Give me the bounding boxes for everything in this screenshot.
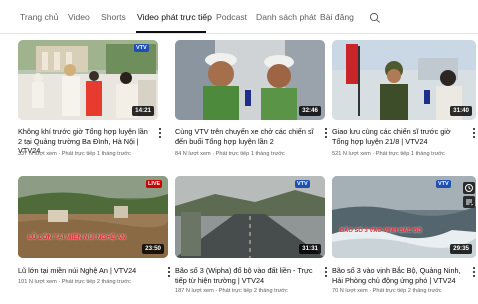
video-duration: 31:40 bbox=[450, 106, 472, 116]
video-duration: 14:21 bbox=[132, 106, 154, 116]
channel-logo: VTV bbox=[134, 44, 149, 52]
more-options-icon[interactable] bbox=[323, 266, 329, 280]
more-options-icon[interactable] bbox=[471, 266, 477, 280]
more-options-icon[interactable] bbox=[157, 127, 163, 141]
video-title[interactable]: Giao lưu cùng các chiến sĩ trước giờ Tổn… bbox=[332, 127, 466, 146]
tab-podcast[interactable]: Podcast bbox=[216, 12, 247, 22]
more-options-icon[interactable] bbox=[166, 266, 172, 280]
tab-live[interactable]: Video phát trực tiếp bbox=[137, 12, 212, 22]
video-title[interactable]: Cùng VTV trên chuyến xe chở các chiến sĩ… bbox=[175, 127, 317, 146]
video-thumbnail[interactable]: 31:40 bbox=[332, 40, 476, 120]
video-duration: 23:50 bbox=[142, 244, 164, 254]
video-thumbnail[interactable]: VTV 14:21 bbox=[18, 40, 158, 120]
channel-tab-bar: Trang chủ Video Shorts Video phát trực t… bbox=[0, 0, 478, 34]
video-thumbnail[interactable]: VTV 31:31 bbox=[175, 176, 325, 258]
video-meta: 70 N lượt xem · Phát trực tiếp 2 tháng t… bbox=[332, 288, 442, 294]
add-to-queue-icon[interactable] bbox=[463, 196, 475, 208]
video-meta: 84 N lượt xem · Phát trực tiếp 1 tháng t… bbox=[175, 151, 285, 157]
video-title[interactable]: Bão số 3 (Wipha) đổ bộ vào đất liền - Tr… bbox=[175, 266, 317, 285]
tab-playlists[interactable]: Danh sách phát bbox=[256, 12, 316, 22]
video-duration: 29:35 bbox=[450, 244, 472, 254]
channel-logo: VTV bbox=[295, 180, 310, 188]
tab-videos[interactable]: Video bbox=[68, 12, 90, 22]
video-meta: 187 N lượt xem · Phát trực tiếp 2 tháng … bbox=[175, 288, 288, 294]
video-title[interactable]: Bão số 3 vào vịnh Bắc Bộ, Quảng Ninh, Hả… bbox=[332, 266, 466, 285]
tab-home[interactable]: Trang chủ bbox=[20, 12, 58, 22]
thumbnail-caption: LŨ LỚN TẠI MIỀN NÚI NGHỆ AN bbox=[28, 234, 126, 241]
more-options-icon[interactable] bbox=[471, 127, 477, 141]
thumbnail-caption: BÃO SỐ 3 VÀO VỊNH BẮC BỘ bbox=[340, 228, 422, 234]
video-thumbnail[interactable]: LIVE LŨ LỚN TẠI MIỀN NÚI NGHỆ AN 23:50 bbox=[18, 176, 168, 258]
video-duration: 32:46 bbox=[299, 106, 321, 116]
channel-logo: VTV bbox=[436, 180, 451, 188]
video-title[interactable]: Lũ lớn tại miền núi Nghệ An | VTV24 bbox=[18, 266, 152, 276]
video-meta: 337 N lượt xem · Phát trực tiếp 1 tháng … bbox=[18, 151, 131, 157]
more-options-icon[interactable] bbox=[323, 127, 329, 141]
video-meta: 521 N lượt xem · Phát trực tiếp 1 tháng … bbox=[332, 151, 445, 157]
live-badge: LIVE bbox=[146, 180, 163, 188]
video-meta: 101 N lượt xem · Phát trực tiếp 2 tháng … bbox=[18, 279, 131, 285]
watch-later-icon[interactable] bbox=[463, 182, 475, 194]
active-tab-indicator bbox=[136, 31, 206, 33]
search-icon[interactable] bbox=[369, 11, 381, 23]
tab-posts[interactable]: Bài đăng bbox=[320, 12, 354, 22]
video-thumbnail[interactable]: VTV BÃO SỐ 3 VÀO VỊNH BẮC BỘ 29:35 bbox=[332, 176, 476, 258]
tab-shorts[interactable]: Shorts bbox=[101, 12, 126, 22]
video-thumbnail[interactable]: 32:46 bbox=[175, 40, 325, 120]
video-duration: 31:31 bbox=[299, 244, 321, 254]
